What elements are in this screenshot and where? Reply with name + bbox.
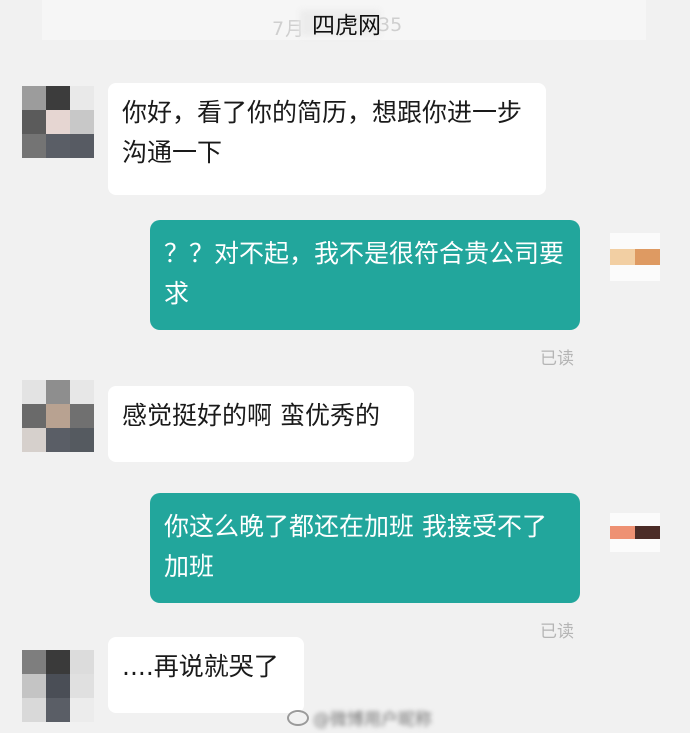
timestamp-end: 35 (378, 14, 403, 36)
incoming-message-bubble[interactable]: 你好，看了你的简历，想跟你进一步沟通一下 (108, 83, 546, 195)
user-avatar-icon[interactable] (610, 233, 682, 305)
read-status: 已读 (540, 349, 574, 369)
incoming-message-bubble[interactable]: ....再说就哭了 (108, 637, 304, 713)
outgoing-message-bubble[interactable]: ？？对不起，我不是很符合贵公司要求 (150, 220, 580, 330)
outgoing-message-bubble[interactable]: 你这么晚了都还在加班 我接受不了加班 (150, 493, 580, 603)
contact-avatar-icon[interactable] (22, 380, 94, 452)
incoming-message-bubble[interactable]: 感觉挺好的啊 蛮优秀的 (108, 386, 414, 462)
weibo-watermark: @微博用户昵称 (287, 705, 432, 730)
read-status: 已读 (540, 622, 574, 642)
contact-avatar-icon[interactable] (22, 86, 94, 158)
user-avatar-icon[interactable] (610, 513, 682, 585)
weibo-icon (287, 709, 309, 726)
site-watermark: 四虎网 (312, 13, 381, 39)
contact-avatar-icon[interactable] (22, 650, 94, 722)
weibo-handle: @微博用户昵称 (313, 710, 432, 730)
